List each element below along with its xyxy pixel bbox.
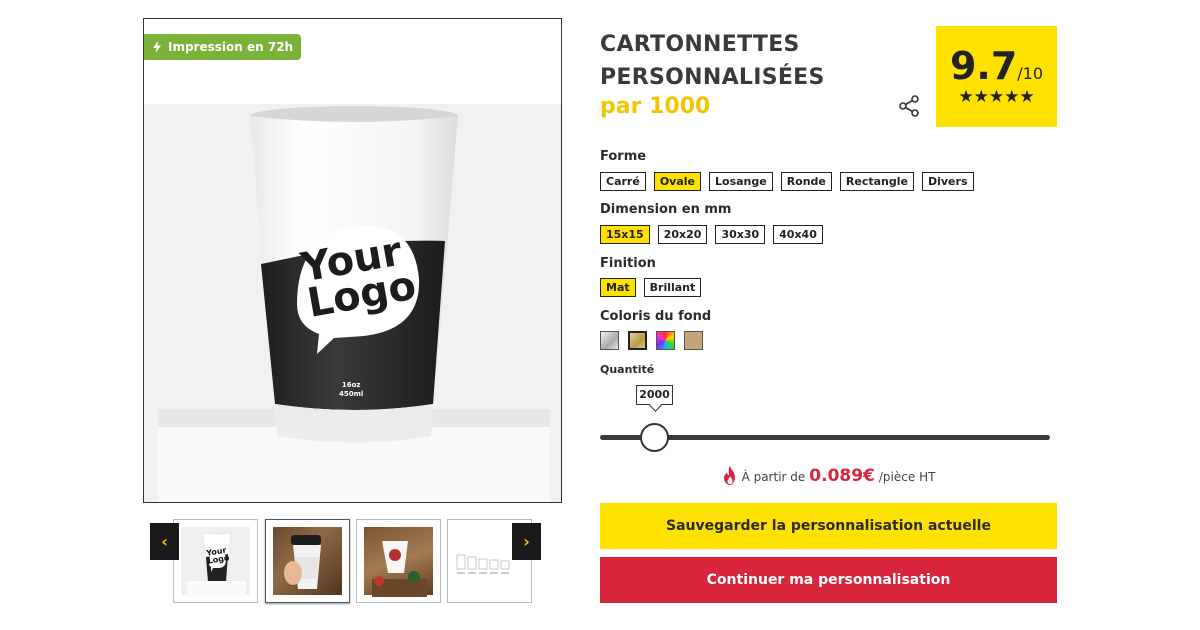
cup-size-text: 16oz 450ml [339, 381, 363, 399]
swatch-kraft[interactable] [684, 331, 703, 350]
thumbnail-3[interactable] [356, 519, 441, 603]
chevron-left-icon: ‹ [161, 532, 168, 551]
cup-size-line2: 450ml [339, 390, 364, 398]
price-suffix: /pièce HT [878, 470, 936, 484]
carousel-next-button[interactable]: › [512, 523, 541, 560]
rating-scale: /10 [1017, 64, 1044, 83]
dimension-option-15x15[interactable]: 15x15 [600, 225, 650, 244]
dimension-option-40x40[interactable]: 40x40 [773, 225, 823, 244]
forme-option-divers[interactable]: Divers [921, 172, 974, 191]
thumbnail-carousel: ‹ Your Logo › [150, 519, 542, 603]
dimension-option-30x30[interactable]: 30x30 [715, 225, 766, 244]
cup-size-line1: 16oz [341, 381, 361, 389]
product-title-line2: PERSONNALISÉES [600, 65, 825, 90]
forme-option-rectangle[interactable]: Rectangle [839, 172, 914, 191]
product-subtitle: par 1000 [600, 94, 711, 119]
price-prefix: À partir de [741, 470, 806, 484]
fire-icon [723, 466, 735, 485]
badge-label: Impression en 72h [168, 40, 294, 54]
quantity-tooltip: 2000 [636, 385, 673, 405]
product-title: CARTONNETTES PERSONNALISÉES [600, 28, 825, 94]
swatch-silver[interactable] [600, 331, 619, 350]
cup-logo-text: Your Logo [298, 229, 420, 327]
save-customization-button[interactable]: Sauvegarder la personnalisation actuelle [600, 503, 1057, 549]
forme-options: Carré Ovale Losange Ronde Rectangle Dive… [600, 172, 974, 191]
product-main-image[interactable]: Impression en 72h Your Logo 16oz 450ml [143, 18, 562, 503]
rating-score: 9.7 [949, 44, 1018, 88]
forme-label: Forme [600, 149, 647, 164]
forme-option-ronde[interactable]: Ronde [780, 172, 832, 191]
dimension-option-20x20[interactable]: 20x20 [657, 225, 708, 244]
forme-option-ovale[interactable]: Ovale [653, 172, 701, 191]
forme-option-losange[interactable]: Losange [709, 172, 773, 191]
dimension-label: Dimension en mm [600, 202, 732, 217]
finition-options: Mat Brillant [600, 278, 702, 297]
continue-customization-button[interactable]: Continuer ma personnalisation [600, 557, 1057, 603]
quantity-slider-handle[interactable] [640, 423, 669, 452]
delivery-badge: Impression en 72h [144, 34, 302, 60]
thumbnail-1[interactable]: Your Logo [173, 519, 258, 603]
rating-stars-icon: ★★★★★ [958, 87, 1035, 107]
rating-box: 9.7/10 ★★★★★ [936, 26, 1057, 127]
lightning-icon [153, 41, 161, 53]
finition-label: Finition [600, 256, 656, 271]
price-value: 0.089€ [809, 466, 875, 486]
finition-option-brillant[interactable]: Brillant [643, 278, 702, 297]
forme-option-carre[interactable]: Carré [600, 172, 646, 191]
share-icon[interactable] [897, 94, 921, 118]
dimension-options: 15x15 20x20 30x30 40x40 [600, 225, 823, 244]
thumbnail-photo-image [284, 535, 321, 589]
coloris-label: Coloris du fond [600, 309, 712, 324]
carousel-prev-button[interactable]: ‹ [150, 523, 179, 560]
swatch-multicolor[interactable] [656, 331, 675, 350]
thumbnail-2[interactable] [265, 519, 350, 603]
quantite-label: Quantité [600, 363, 655, 376]
price-line: À partir de 0.089€/pièce HT [600, 466, 1057, 486]
chevron-right-icon: › [523, 532, 530, 551]
finition-option-mat[interactable]: Mat [600, 278, 636, 297]
swatch-gold[interactable] [628, 331, 647, 350]
coloris-swatches [600, 331, 703, 350]
rating-value: 9.7/10 [950, 46, 1043, 86]
thumbnail-photo-image [372, 541, 427, 597]
product-title-line1: CARTONNETTES [600, 32, 800, 57]
